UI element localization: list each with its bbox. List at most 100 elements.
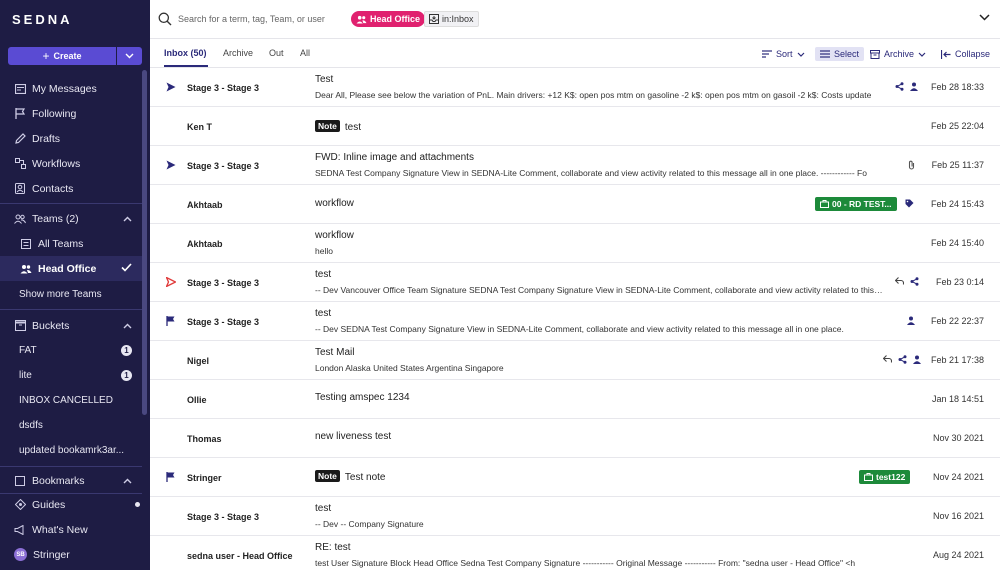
tab-all[interactable]: All — [300, 48, 310, 58]
tab-archive[interactable]: Archive — [223, 48, 253, 58]
message-sender: Stringer — [187, 473, 222, 483]
create-button[interactable]: + Create — [8, 47, 116, 65]
sidebar-item-workflows[interactable]: Workflows — [0, 151, 146, 176]
person-icon — [913, 355, 921, 364]
message-subject: test — [315, 503, 332, 514]
message-row[interactable]: Ollie Testing amspec 1234 Jan 18 14:51 — [150, 380, 1000, 419]
sidebar-item-bucket-updated[interactable]: updated bookamrk3ar... — [0, 438, 146, 463]
sidebar-item-user-profile[interactable]: SB Stringer — [0, 542, 146, 567]
archive-button[interactable]: Archive — [870, 47, 926, 61]
sidebar-item-contacts[interactable]: Contacts — [0, 176, 146, 201]
sidebar-item-label: Contacts — [32, 182, 74, 195]
team-filter-chip[interactable]: Head Office — [351, 11, 426, 27]
sidebar-item-bucket-inbox-cancelled[interactable]: INBOX CANCELLED — [0, 388, 146, 413]
create-dropdown-button[interactable] — [117, 47, 142, 65]
message-row[interactable]: Stage 3 - Stage 3 test -- Dev SEDNA Test… — [150, 302, 1000, 341]
message-snippet: test User Signature Block Head Office Se… — [315, 558, 856, 568]
workflow-icon — [14, 158, 26, 170]
avatar: SB — [14, 548, 27, 561]
folder-filter-chip[interactable]: in:Inbox — [424, 11, 479, 27]
message-sender: Stage 3 - Stage 3 — [187, 512, 260, 522]
message-date: Feb 24 15:43 — [930, 199, 984, 209]
sidebar-item-bucket-dsdfs[interactable]: dsdfs — [0, 413, 146, 438]
message-row[interactable]: Stage 3 - Stage 3 Test Dear All, Please … — [150, 68, 1000, 107]
chevron-down-icon — [797, 52, 804, 57]
sidebar-item-my-messages[interactable]: My Messages — [0, 76, 146, 101]
message-snippet: -- Dev SEDNA Test Company Signature View… — [315, 324, 844, 334]
sidebar-divider — [0, 309, 142, 310]
notification-dot — [135, 502, 140, 507]
sidebar-item-guides[interactable]: Guides — [0, 492, 146, 517]
message-row[interactable]: Nigel Test Mail London Alaska United Sta… — [150, 341, 1000, 380]
workflow-tag[interactable]: 00 - RD TEST... — [815, 197, 897, 211]
message-row[interactable]: Ken T Note test Feb 25 22:04 — [150, 107, 1000, 146]
message-subject: test — [344, 122, 362, 133]
archive-label: Archive — [884, 49, 915, 59]
message-date: Feb 21 17:38 — [930, 355, 984, 365]
note-badge: Note — [315, 120, 340, 132]
message-row[interactable]: Akhtaab workflow 00 - RD TEST... Feb 24 … — [150, 185, 1000, 224]
search-input[interactable] — [178, 12, 348, 26]
sidebar-item-head-office[interactable]: Head Office — [0, 256, 146, 281]
sidebar-item-label: Workflows — [32, 157, 81, 170]
sidebar-item-following[interactable]: Following — [0, 101, 146, 126]
sedna-logo[interactable]: SEDNA — [12, 12, 73, 27]
sidebar-scrollbar[interactable] — [142, 70, 147, 415]
sidebar-item-label: Guides — [32, 498, 66, 511]
workflow-tag[interactable]: test122 — [859, 470, 911, 484]
message-row[interactable]: sedna user - Head Office RE: test test U… — [150, 536, 1000, 570]
message-sender: Akhtaab — [187, 200, 223, 210]
sort-button[interactable]: Sort — [762, 47, 805, 61]
message-sender: Stage 3 - Stage 3 — [187, 83, 260, 93]
sidebar-section-label: Teams (2) — [32, 212, 79, 225]
message-subject: new liveness test — [315, 431, 392, 442]
collapse-button[interactable]: Collapse — [941, 47, 990, 61]
message-date: Nov 30 2021 — [932, 433, 984, 443]
select-button[interactable]: Select — [815, 47, 865, 61]
message-row[interactable]: Thomas new liveness test Nov 30 2021 — [150, 419, 1000, 458]
sidebar-item-all-teams[interactable]: All Teams — [0, 231, 146, 256]
message-subject: workflow — [315, 198, 354, 209]
reply-icon — [883, 355, 892, 363]
sidebar-item-label: dsdfs — [19, 420, 43, 431]
message-subject: RE: test — [315, 542, 351, 553]
message-row[interactable]: Stage 3 - Stage 3 test -- Dev -- Company… — [150, 497, 1000, 536]
sidebar-item-whats-new[interactable]: What's New — [0, 517, 146, 542]
message-row[interactable]: Stage 3 - Stage 3 FWD: Inline image and … — [150, 146, 1000, 185]
chevron-up-icon — [123, 214, 132, 224]
message-sender: Thomas — [187, 434, 222, 444]
sidebar-item-bucket-lite[interactable]: lite 1 — [0, 363, 146, 388]
sidebar-item-bucket-fat[interactable]: FAT 1 — [0, 338, 146, 363]
message-subject: FWD: Inline image and attachments — [315, 152, 474, 163]
message-sender: Stage 3 - Stage 3 — [187, 161, 260, 171]
folder-tabs-bar: Inbox (50) Archive Out All Sort Select A… — [150, 39, 1000, 68]
sidebar-section-teams[interactable]: Teams (2) — [0, 206, 146, 231]
tab-out[interactable]: Out — [269, 48, 284, 58]
sidebar-section-buckets[interactable]: Buckets — [0, 313, 146, 338]
select-label: Select — [834, 49, 860, 59]
message-snippet: Dear All, Please see below the variation… — [315, 90, 872, 100]
tab-inbox[interactable]: Inbox (50) — [164, 48, 207, 58]
show-more-teams-link[interactable]: Show more Teams — [0, 282, 146, 307]
sidebar-item-drafts[interactable]: Drafts — [0, 126, 146, 151]
sidebar-item-label: INBOX CANCELLED — [19, 395, 113, 406]
message-subject-wrap: Note Test note — [315, 470, 385, 483]
message-sender: sedna user - Head Office — [187, 551, 293, 561]
active-tab-indicator — [164, 65, 208, 67]
message-row[interactable]: Akhtaab workflow hello Feb 24 15:40 — [150, 224, 1000, 263]
message-row[interactable]: Stage 3 - Stage 3 test -- Dev Vancouver … — [150, 263, 1000, 302]
chevron-down-icon — [918, 52, 926, 57]
chevron-down-icon — [979, 14, 990, 21]
flag-icon — [166, 472, 175, 482]
share-icon — [895, 82, 904, 91]
message-subject: Test Mail — [315, 347, 355, 358]
message-indicators — [908, 160, 915, 170]
guides-icon — [14, 499, 26, 511]
sidebar-section-bookmarks[interactable]: Bookmarks — [0, 470, 146, 492]
chevron-up-icon — [123, 476, 132, 486]
message-sender: Ken T — [187, 122, 213, 132]
count-badge: 1 — [121, 370, 132, 381]
search-expand-button[interactable] — [979, 12, 990, 24]
message-row[interactable]: Stringer Note Test note test122 Nov 24 20… — [150, 458, 1000, 497]
sort-icon — [762, 50, 772, 58]
